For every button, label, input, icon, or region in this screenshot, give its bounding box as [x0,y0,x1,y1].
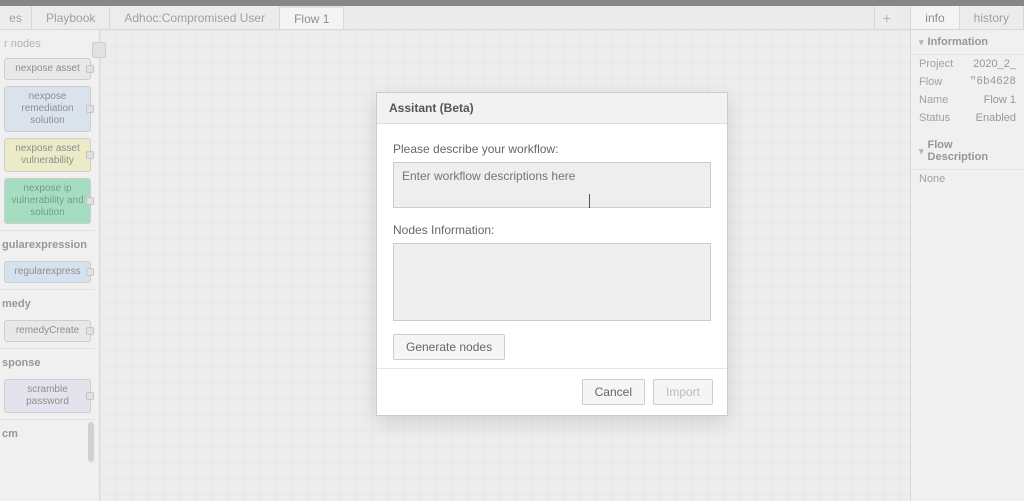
palette-node-scramble-password[interactable]: scramble password [4,379,91,413]
button-label: Generate nodes [406,340,492,354]
info-val: Enabled [976,112,1016,124]
workflow-label: Please describe your workflow: [393,142,711,156]
assistant-modal: Assitant (Beta) Please describe your wor… [376,92,728,416]
tab-truncated[interactable]: es [0,6,32,29]
node-label: remedyCreate [16,325,79,337]
canvas-collapse-handle[interactable] [92,42,106,58]
rtab-label: history [974,11,1009,25]
section-information[interactable]: ▾ Information [911,30,1024,55]
tab-truncated-label: es [9,11,22,25]
rtab-label: info [925,11,944,25]
tab-label: Playbook [46,11,95,25]
node-label: nexpose asset vulnerability [11,143,84,167]
section-title: Information [928,36,989,48]
palette-group-cm[interactable]: cm [0,419,95,444]
tab-playbook[interactable]: Playbook [32,6,110,29]
add-tab-button[interactable]: + [874,6,898,29]
palette-scrollbar-thumb[interactable] [88,422,94,462]
nodes-info-input[interactable] [393,243,711,321]
palette-group-remedy[interactable]: medy [0,289,95,314]
info-key: Flow [919,76,942,88]
flow-description-value: None [911,170,1024,188]
section-flow-description[interactable]: ▾ Flow Description [911,133,1024,170]
tab-label: Adhoc:Compromised User [124,11,265,25]
tabs-row: es Playbook Adhoc:Compromised User Flow … [0,6,1024,30]
palette-node-nexpose-asset-vuln[interactable]: nexpose asset vulnerability [4,138,91,172]
palette-node-regularexpression[interactable]: regularexpress [4,261,91,283]
plus-icon: + [883,10,891,26]
tabs-left: es Playbook Adhoc:Compromised User Flow … [0,6,898,29]
node-label: nexpose remediation solution [11,91,84,127]
rtab-history[interactable]: history [960,6,1024,29]
info-key: Name [919,94,948,106]
palette-node-nexpose-ip-vuln[interactable]: nexpose ip vulnerability and solution [4,178,91,224]
info-sidebar: ▾ Information Project 2020_2_ Flow "6b46… [910,30,1024,501]
palette-node-nexpose-remediation[interactable]: nexpose remediation solution [4,86,91,132]
nodes-info-label: Nodes Information: [393,223,711,237]
info-key: Project [919,58,953,70]
tab-label: Flow 1 [294,12,329,26]
node-palette: r nodes nexpose asset nexpose remediatio… [0,30,100,501]
button-label: Import [666,385,700,399]
info-row-name: Name Flow 1 [911,91,1024,109]
generate-nodes-button[interactable]: Generate nodes [393,334,505,360]
palette-group-regex[interactable]: gularexpression [0,230,95,255]
info-val: "6b4628 [970,76,1016,88]
text-cursor-icon [589,194,590,208]
workflow-input[interactable] [393,162,711,208]
modal-title: Assitant (Beta) [377,93,727,124]
palette-node-nexpose-asset[interactable]: nexpose asset [4,58,91,80]
info-val: 2020_2_ [973,58,1016,70]
palette-node-remedy-create[interactable]: remedyCreate [4,320,91,342]
section-title: Flow Description [928,139,1016,163]
palette-header: r nodes [0,34,95,52]
chevron-down-icon: ▾ [919,37,924,48]
tab-adhoc-compromised-user[interactable]: Adhoc:Compromised User [110,6,280,29]
node-label: scramble password [11,384,84,408]
info-row-project: Project 2020_2_ [911,55,1024,73]
node-label: regularexpress [14,266,80,278]
description-text: None [919,173,945,185]
node-label: nexpose ip vulnerability and solution [11,183,84,219]
cancel-button[interactable]: Cancel [582,379,645,405]
tab-flow-1[interactable]: Flow 1 [280,6,344,29]
button-label: Cancel [595,385,632,399]
palette-group-response[interactable]: sponse [0,348,95,373]
info-key: Status [919,112,950,124]
info-row-flow: Flow "6b4628 [911,73,1024,91]
import-button[interactable]: Import [653,379,713,405]
right-tabs: info history [910,6,1024,29]
rtab-info[interactable]: info [911,6,959,29]
info-val: Flow 1 [984,94,1016,106]
chevron-down-icon: ▾ [919,146,924,157]
info-row-status: Status Enabled [911,109,1024,127]
node-label: nexpose asset [15,63,80,75]
